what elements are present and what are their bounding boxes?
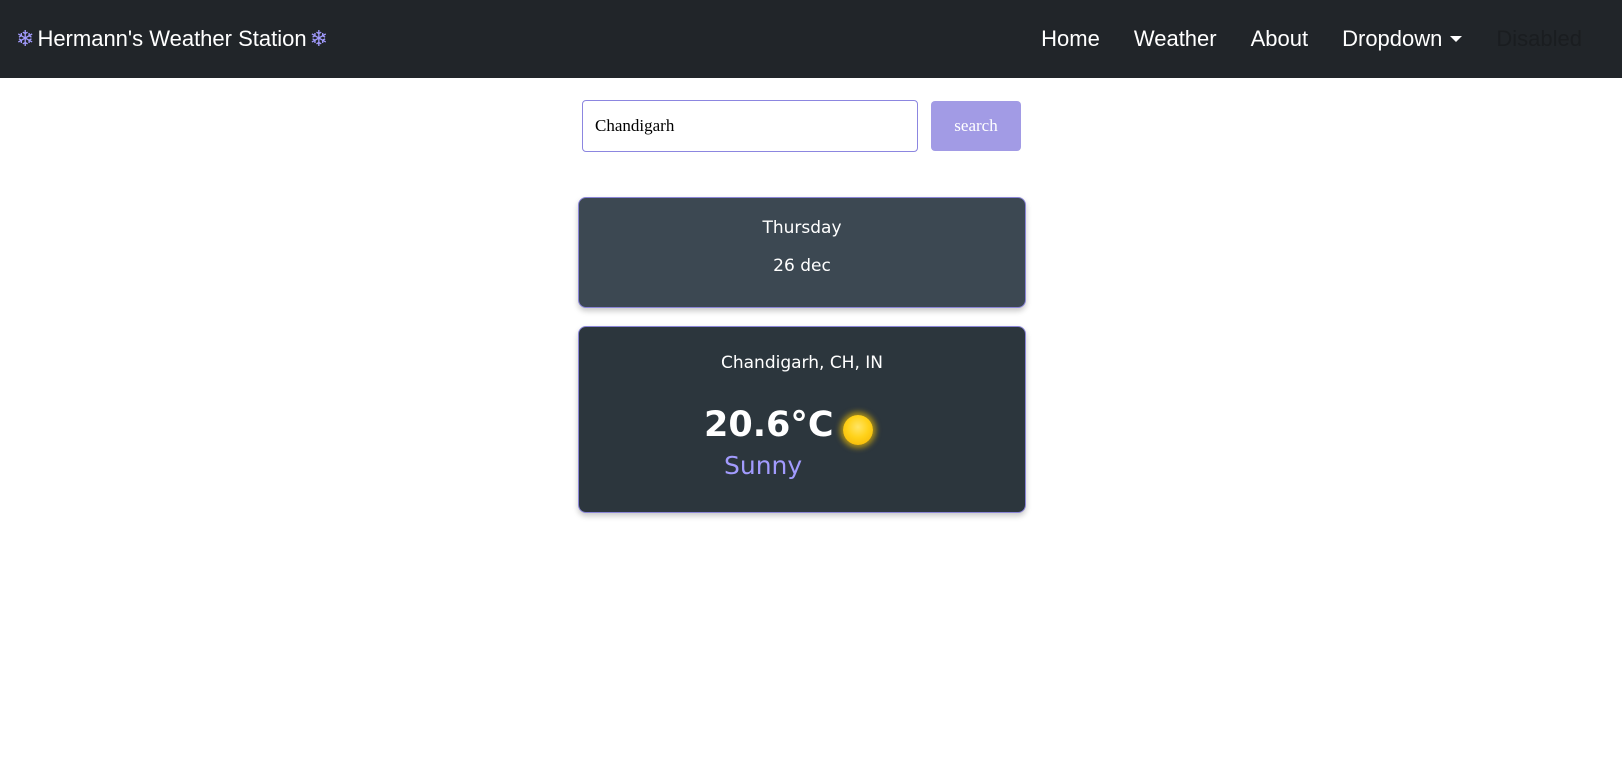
snowflake-icon: ❄ [16,26,35,51]
search-input[interactable] [582,100,918,152]
snowflake-icon: ❄ [309,26,329,51]
search-button[interactable]: search [931,101,1021,151]
brand-title: Hermann's Weather Station [37,26,307,51]
temperature-value: 20.6°C [704,405,834,445]
nav-links: Home Weather About Dropdown Disabled [1041,0,1622,78]
nav-dropdown[interactable]: Dropdown [1342,26,1463,52]
date-card: Thursday 26 dec [578,197,1026,308]
day-label: Thursday [762,218,842,238]
brand[interactable]: ❄ Hermann's Weather Station ❄ [16,0,328,78]
nav-dropdown-label: Dropdown [1342,26,1443,51]
location-label: Chandigarh, CH, IN [720,353,884,373]
nav-link-disabled: Disabled [1496,26,1582,51]
caret-down-icon [1450,36,1463,42]
condition-label: Sunny [724,451,803,480]
sun-icon [843,415,873,445]
date-label: 26 dec [773,256,831,276]
navbar: ❄ Hermann's Weather Station ❄ Home Weath… [0,0,1622,78]
nav-link-weather[interactable]: Weather [1134,26,1217,52]
weather-card: Chandigarh, CH, IN 20.6°C Sunny [578,326,1026,513]
nav-link-home[interactable]: Home [1041,26,1100,52]
nav-link-about[interactable]: About [1251,26,1309,52]
